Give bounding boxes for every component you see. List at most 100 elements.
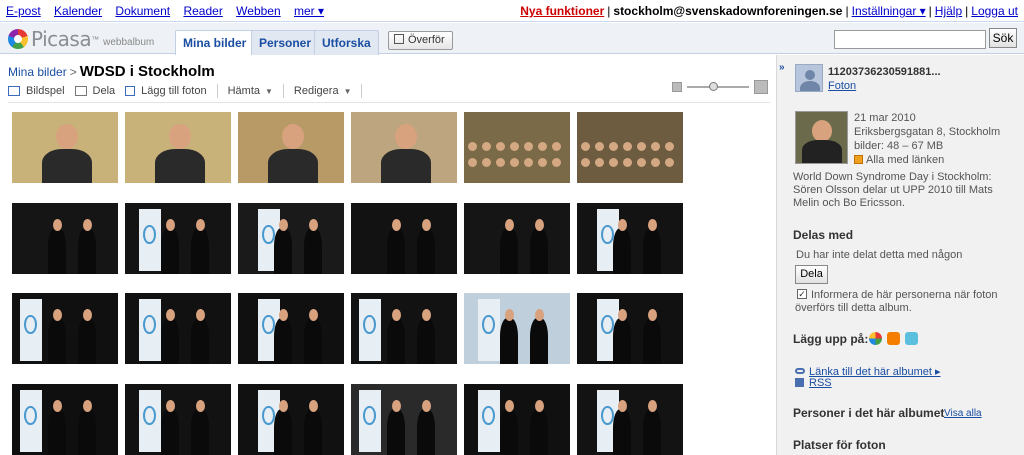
audience-head: [665, 142, 674, 151]
photo-thumbnail[interactable]: [125, 293, 231, 364]
link-reader[interactable]: Reader: [183, 4, 222, 18]
person-figure: [48, 228, 66, 274]
share-toolbar-button[interactable]: Dela: [74, 85, 115, 97]
photo-thumbnail[interactable]: [577, 112, 683, 183]
photo-thumbnail[interactable]: [238, 112, 344, 183]
person-figure: [191, 409, 209, 455]
search-input[interactable]: [834, 30, 986, 49]
person-figure: [78, 228, 96, 274]
settings-link[interactable]: Inställningar ▾: [852, 4, 926, 18]
photo-thumbnail[interactable]: [351, 293, 457, 364]
photo-thumbnail[interactable]: [12, 384, 118, 455]
photo-thumbnail[interactable]: [351, 112, 457, 183]
collapse-sidebar-icon[interactable]: »: [779, 62, 785, 73]
link-calendar[interactable]: Kalender: [54, 4, 102, 18]
person-head: [391, 400, 401, 412]
upload-icon: [125, 86, 136, 96]
view-all-people-link[interactable]: Visa alla: [944, 408, 982, 419]
twitter-icon[interactable]: [905, 332, 918, 345]
owner-name: 11203736230591881...: [828, 66, 941, 78]
link-web[interactable]: Webben: [236, 4, 280, 18]
buzz-icon[interactable]: [869, 332, 882, 345]
photo-thumbnail[interactable]: [464, 384, 570, 455]
new-features-link[interactable]: Nya funktioner: [520, 4, 604, 18]
audience-head: [510, 158, 519, 167]
photo-thumbnail[interactable]: [12, 203, 118, 274]
help-link[interactable]: Hjälp: [935, 4, 962, 18]
photo-thumbnail[interactable]: [464, 203, 570, 274]
audience-head: [552, 142, 561, 151]
photo-thumbnail[interactable]: [351, 203, 457, 274]
tab-explore[interactable]: Utforska: [314, 30, 379, 55]
photo-thumbnail[interactable]: [125, 112, 231, 183]
blogger-icon[interactable]: [887, 332, 900, 345]
photo-thumbnail[interactable]: [125, 203, 231, 274]
person-figure: [78, 409, 96, 455]
link-email[interactable]: E-post: [6, 4, 41, 18]
search-button[interactable]: Sök: [989, 28, 1017, 48]
breadcrumb-my-photos[interactable]: Mina bilder: [8, 65, 67, 79]
photo-thumbnail[interactable]: [464, 293, 570, 364]
person-figure: [155, 149, 205, 183]
separator: |: [607, 4, 611, 18]
upload-icon: [394, 34, 404, 44]
rss-link[interactable]: RSS: [795, 377, 832, 389]
fetch-menu[interactable]: Hämta ▼: [228, 85, 273, 97]
album-toolbar: Bildspel Dela Lägg till foton Hämta ▼ Red…: [8, 82, 372, 100]
chevron-down-icon: ▼: [343, 86, 352, 96]
photo-thumbnail[interactable]: [12, 112, 118, 183]
breadcrumb-separator: >: [69, 65, 77, 79]
link-icon: [795, 368, 805, 374]
audience-head: [496, 158, 505, 167]
toolbar-divider-line: [8, 102, 770, 103]
slideshow-button[interactable]: Bildspel: [8, 85, 65, 97]
separator: |: [928, 4, 932, 18]
upload-button[interactable]: Överför: [388, 31, 453, 50]
photo-thumbnail[interactable]: [577, 203, 683, 274]
person-head: [278, 309, 288, 321]
photo-thumbnail[interactable]: [464, 112, 570, 183]
photo-thumbnail[interactable]: [12, 293, 118, 364]
tab-people[interactable]: Personer: [251, 30, 320, 55]
photo-thumbnail[interactable]: [351, 384, 457, 455]
album-visibility[interactable]: Alla med länken: [854, 154, 944, 166]
person-head: [617, 400, 627, 412]
picasa-logo[interactable]: Picasa ™ webbalbum: [8, 27, 154, 51]
link-documents[interactable]: Dokument: [115, 4, 170, 18]
owner-avatar[interactable]: [795, 64, 823, 92]
photo-thumbnail[interactable]: [238, 203, 344, 274]
album-main: Mina bilder > WDSD i Stockholm Bildspel De…: [0, 55, 776, 455]
photo-thumbnail[interactable]: [125, 384, 231, 455]
slider-handle[interactable]: [709, 82, 719, 91]
share-button[interactable]: Dela: [795, 265, 828, 284]
places-heading: Platser för foton: [793, 438, 886, 452]
person-figure: [500, 409, 518, 455]
thumbnail-size-slider[interactable]: [672, 80, 770, 94]
toolbar-divider: [361, 84, 363, 98]
edit-menu[interactable]: Redigera ▼: [294, 85, 352, 97]
photo-thumbnail[interactable]: [238, 384, 344, 455]
person-figure: [268, 149, 318, 183]
album-cover-image: [795, 111, 848, 164]
photo-thumbnail[interactable]: [577, 293, 683, 364]
audience-head: [609, 158, 618, 167]
notify-checkbox[interactable]: ✓: [797, 289, 807, 299]
logout-link[interactable]: Logga ut: [971, 4, 1018, 18]
audience-head: [651, 158, 660, 167]
person-figure: [48, 318, 66, 364]
person-head: [421, 309, 431, 321]
tab-my-photos[interactable]: Mina bilder: [175, 30, 255, 55]
toolbar-divider: [282, 84, 284, 98]
audience-head: [581, 142, 590, 151]
photo-thumbnail[interactable]: [238, 293, 344, 364]
add-photos-button[interactable]: Lägg till foton: [125, 85, 207, 97]
owner-photos-link[interactable]: Foton: [828, 80, 856, 92]
upload-label: Överför: [408, 34, 445, 46]
album-date: 21 mar 2010: [854, 112, 916, 124]
photo-thumbnail[interactable]: [577, 384, 683, 455]
upload-to-heading: Lägg upp på:: [793, 332, 869, 346]
person-figure: [161, 409, 179, 455]
account-email: stockholm@svenskadownforeningen.se: [613, 4, 843, 18]
link-more[interactable]: mer ▾: [294, 4, 324, 18]
person-figure: [643, 318, 661, 364]
